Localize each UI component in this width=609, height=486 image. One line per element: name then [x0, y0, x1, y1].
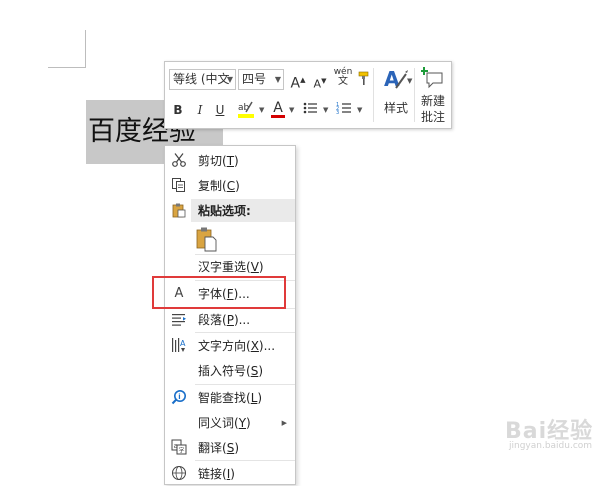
format-painter-icon	[358, 71, 369, 85]
styles-label: 样式	[383, 101, 408, 115]
underline-button[interactable]: U	[211, 100, 229, 120]
chevron-right-icon: ▶	[281, 419, 287, 427]
menu-item-link[interactable]: 链接(I)	[165, 462, 295, 486]
bold-button[interactable]: B	[169, 100, 187, 120]
chevron-down-icon[interactable]: ▼	[259, 106, 264, 114]
format-painter-button[interactable]	[355, 70, 373, 90]
shrink-font-button[interactable]: A▼	[311, 71, 329, 91]
menu-item-insert-symbol[interactable]: 插入符号(S)	[165, 359, 295, 383]
scissors-icon	[170, 152, 188, 170]
numbering-button[interactable]: 1 2 3	[335, 100, 353, 120]
new-comment-label-line1: 新建	[420, 94, 445, 108]
toolbar-divider	[414, 68, 415, 122]
baidu-watermark: Bai经验 jingyan.baidu.com	[497, 405, 607, 455]
svg-text:A: A	[180, 339, 186, 348]
chevron-down-icon[interactable]: ▼	[357, 106, 362, 114]
menu-item-paragraph[interactable]: 段落(P)...	[165, 308, 295, 332]
text-direction-icon: A	[170, 337, 188, 355]
clipboard-icon	[170, 202, 188, 220]
menu-item-label: 复制(C)	[198, 179, 240, 193]
menu-item-label: 翻译(S)	[198, 441, 239, 455]
font-color-button[interactable]: A	[269, 98, 287, 118]
menu-item-text-direction[interactable]: A 文字方向(X)...	[165, 334, 295, 358]
menu-divider	[195, 460, 295, 461]
highlight-color-button[interactable]: ab	[235, 99, 257, 119]
highlighter-icon: ab	[238, 101, 254, 118]
bullet-list-icon	[303, 102, 317, 114]
grow-font-button[interactable]: A▲	[289, 70, 307, 92]
font-size-value: 四号	[242, 72, 267, 86]
smart-lookup-icon: i	[170, 389, 188, 407]
mini-toolbar: 等线 (中文 ▼ 四号 ▼ A▲ A▼ wén 文 B I U ab ▼ A ▼	[164, 61, 452, 129]
menu-item-label: 段落(P)...	[198, 313, 251, 327]
svg-text:i: i	[178, 393, 180, 401]
menu-item-synonyms[interactable]: 同义词(Y) ▶	[165, 411, 295, 435]
highlight-annotation-box	[152, 276, 286, 309]
font-name-value: 等线 (中文	[173, 72, 230, 86]
menu-item-label: 文字方向(X)...	[198, 339, 276, 353]
paragraph-icon	[170, 311, 188, 329]
chevron-down-icon: ▼	[274, 75, 281, 84]
watermark-url: jingyan.baidu.com	[509, 441, 593, 451]
svg-text:字: 字	[179, 447, 185, 455]
menu-item-copy[interactable]: 复制(C)	[165, 174, 295, 198]
page-corner-horizontal-mark	[48, 67, 86, 68]
toolbar-divider	[373, 68, 374, 122]
chevron-down-icon: ▼	[226, 75, 233, 84]
menu-item-cut[interactable]: 剪切(T)	[165, 149, 295, 173]
paste-options-label: 粘贴选项:	[198, 204, 251, 218]
menu-item-smart-lookup[interactable]: i 智能查找(L)	[165, 386, 295, 410]
font-name-select[interactable]: 等线 (中文 ▼	[169, 69, 236, 90]
menu-item-label: 同义词(Y)	[198, 416, 251, 430]
new-comment-icon	[421, 67, 443, 89]
translate-icon: a 字	[170, 439, 188, 457]
paste-clipboard-icon	[196, 227, 217, 252]
menu-divider	[195, 384, 295, 385]
numbered-list-icon: 1 2 3	[336, 102, 351, 116]
copy-icon	[170, 177, 188, 195]
chevron-down-icon[interactable]: ▼	[289, 106, 294, 114]
menu-item-label: 剪切(T)	[198, 154, 239, 168]
styles-button[interactable]: A ▼ 样式	[379, 66, 413, 124]
context-menu: 剪切(T) 复制(C) 粘贴选项: 汉字重选(V) A 字体(F)... 段落(…	[164, 145, 296, 485]
phonetic-bottom-text: 文	[338, 76, 348, 87]
styles-icon: A	[384, 67, 408, 91]
globe-link-icon	[170, 465, 188, 483]
menu-item-label: 智能查找(L)	[198, 391, 263, 405]
menu-item-label: 插入符号(S)	[198, 364, 263, 378]
menu-item-translate[interactable]: a 字 翻译(S)	[165, 436, 295, 460]
font-size-select[interactable]: 四号 ▼	[238, 69, 284, 90]
bullets-button[interactable]	[301, 100, 319, 120]
new-comment-label-line2: 批注	[420, 110, 445, 124]
phonetic-guide-button[interactable]: wén 文	[333, 67, 353, 87]
chevron-down-icon[interactable]: ▼	[323, 106, 328, 114]
paste-keep-text-only-button[interactable]	[195, 226, 219, 252]
menu-divider	[195, 332, 295, 333]
paste-options-header: 粘贴选项:	[165, 199, 295, 223]
page-corner-vertical-mark	[85, 30, 86, 68]
new-comment-button[interactable]: 新建 批注	[417, 64, 449, 126]
menu-item-label: 链接(I)	[198, 467, 235, 481]
italic-button[interactable]: I	[191, 100, 209, 120]
svg-text:3: 3	[336, 110, 339, 116]
